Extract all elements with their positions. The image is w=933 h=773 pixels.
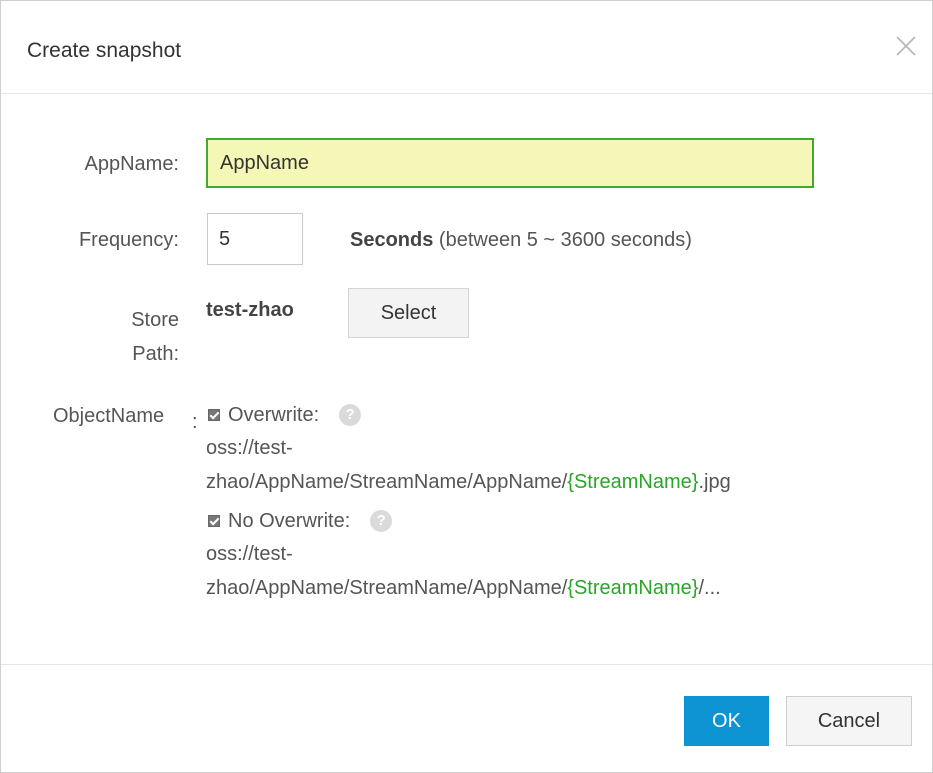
question-icon[interactable]: ? <box>339 404 362 426</box>
frequency-unit: Seconds <box>350 229 434 251</box>
no-overwrite-checkbox[interactable] <box>208 515 220 527</box>
overwrite-path-suffix: .jpg <box>698 471 731 493</box>
frequency-hint: Seconds (between 5 ~ 3600 seconds) <box>350 229 692 252</box>
no-overwrite-path-line1: oss://test- <box>206 543 293 565</box>
select-button[interactable]: Select <box>348 288 469 338</box>
no-overwrite-option: No Overwrite: ? oss://test- zhao/AppName… <box>206 505 721 605</box>
ok-button[interactable]: OK <box>684 696 769 746</box>
store-path-value: test-zhao <box>206 299 294 321</box>
no-overwrite-path-variable: {StreamName} <box>567 577 699 599</box>
objectname-label: ObjectName <box>53 405 165 427</box>
frequency-range: (between 5 ~ 3600 seconds) <box>433 229 692 251</box>
no-overwrite-path-prefix: zhao/AppName/StreamName/AppName/ <box>206 577 568 599</box>
overwrite-option: Overwrite: ? oss://test- zhao/AppName/St… <box>206 399 731 499</box>
store-path-label-line2: Path: <box>132 343 179 365</box>
appname-label: AppName: <box>84 153 180 175</box>
footer-divider <box>1 664 932 665</box>
frequency-label: Frequency: <box>78 229 179 251</box>
question-icon[interactable]: ? <box>370 510 393 532</box>
objectname-colon: : <box>192 411 198 433</box>
store-path-label-line1: Store <box>131 309 179 331</box>
no-overwrite-path-line2: zhao/AppName/StreamName/AppName/{StreamN… <box>206 571 721 605</box>
overwrite-path-prefix: zhao/AppName/StreamName/AppName/ <box>206 471 568 493</box>
overwrite-path-line2: zhao/AppName/StreamName/AppName/{StreamN… <box>206 465 731 499</box>
store-path-label: Store Path: <box>39 303 179 371</box>
create-snapshot-dialog: Create snapshot AppName: Frequency: Seco… <box>0 0 933 773</box>
appname-input[interactable] <box>206 138 814 188</box>
dialog-title: Create snapshot <box>27 39 182 62</box>
frequency-input[interactable] <box>207 213 303 265</box>
overwrite-path-variable: {StreamName} <box>567 471 699 493</box>
overwrite-checkbox[interactable] <box>208 409 220 421</box>
no-overwrite-path-suffix: /... <box>698 577 721 599</box>
cancel-button[interactable]: Cancel <box>786 696 912 746</box>
overwrite-label: Overwrite: <box>228 404 320 426</box>
no-overwrite-label: No Overwrite: <box>228 510 351 532</box>
overwrite-path-line1: oss://test- <box>206 437 293 459</box>
close-icon[interactable] <box>891 31 921 61</box>
dialog-header: Create snapshot <box>1 1 932 94</box>
